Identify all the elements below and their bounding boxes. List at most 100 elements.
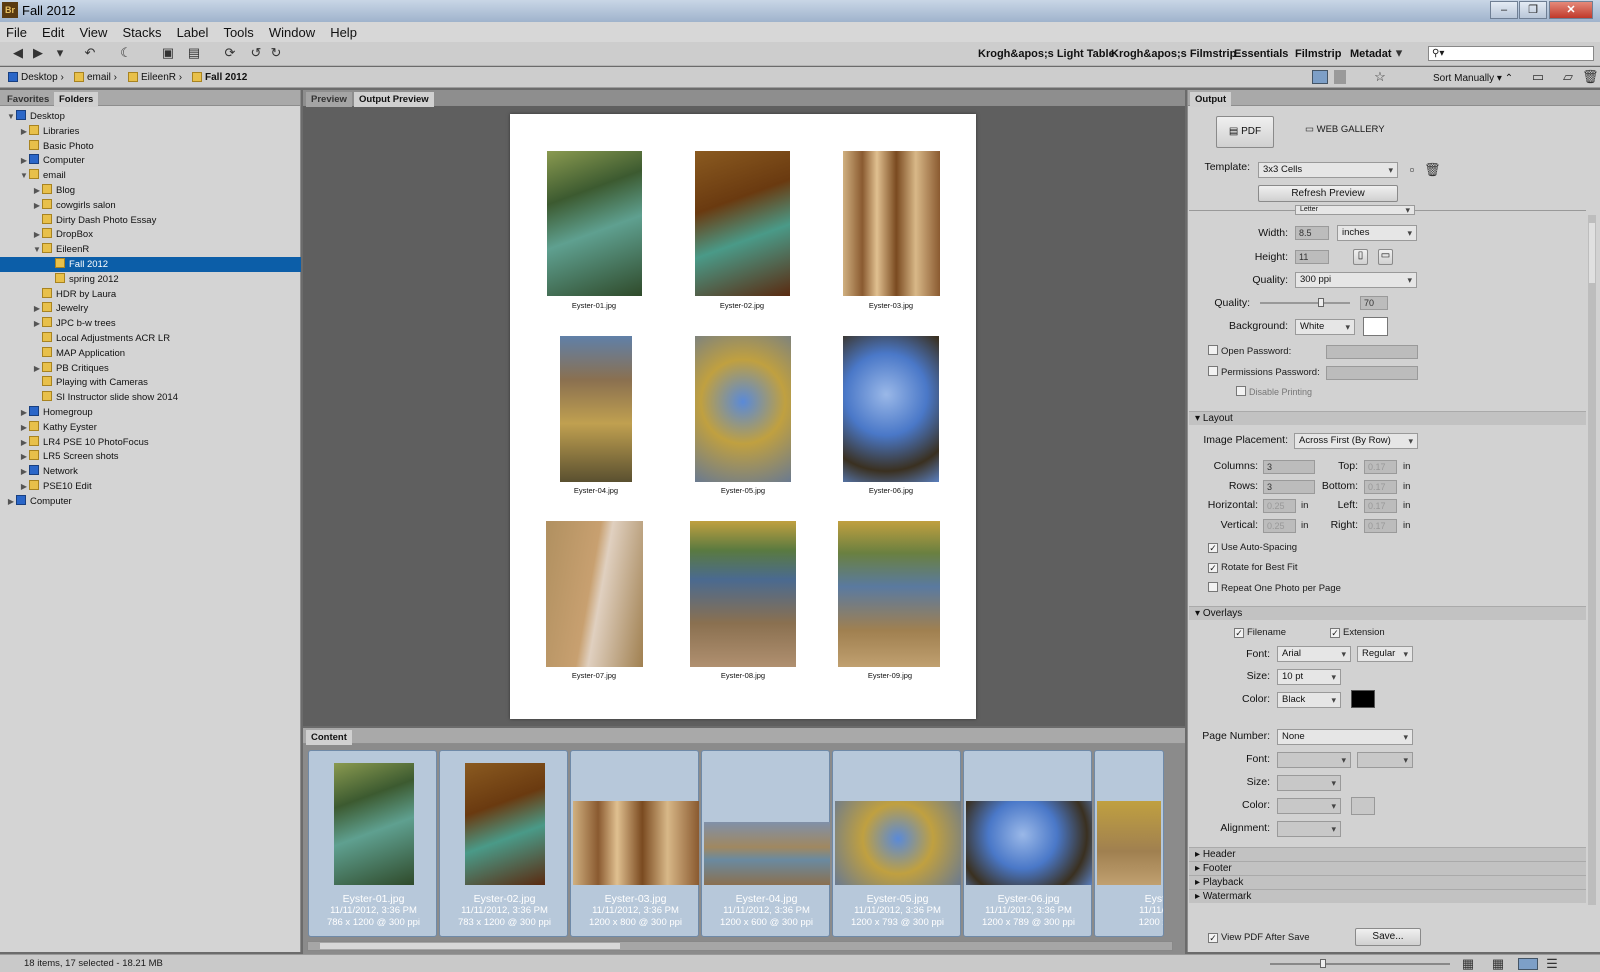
- collapsed-arrow-icon[interactable]: ▶: [19, 124, 29, 139]
- horizontal-input[interactable]: 0.25: [1263, 499, 1296, 513]
- landscape-icon[interactable]: ▭: [1378, 249, 1393, 265]
- columns-input[interactable]: 3: [1263, 460, 1315, 474]
- star-filter-icon[interactable]: ☆: [1372, 70, 1388, 84]
- tree-item[interactable]: MAP Application: [0, 346, 301, 361]
- boomerang-icon[interactable]: ☾: [118, 46, 134, 60]
- tree-item[interactable]: Basic Photo: [0, 139, 301, 154]
- pn-size-select[interactable]: [1277, 775, 1341, 791]
- collapsed-arrow-icon[interactable]: ▶: [19, 435, 29, 450]
- template-select[interactable]: 3x3 Cells: [1258, 162, 1398, 178]
- tab-output[interactable]: Output: [1190, 92, 1232, 107]
- content-thumbnail[interactable]: Eyster-03.jpg 11/11/2012, 3:36 PM 1200 x 8…: [570, 750, 699, 937]
- rotate-fit-checkbox[interactable]: ✓ Rotate for Best Fit: [1208, 562, 1298, 573]
- pn-color-select[interactable]: [1277, 798, 1341, 814]
- menu-tools[interactable]: Tools: [217, 22, 259, 40]
- disable-printing-checkbox[interactable]: Disable Printing: [1236, 386, 1312, 397]
- footer-section[interactable]: ▸ Footer: [1189, 861, 1586, 875]
- permissions-password-input[interactable]: [1326, 366, 1418, 380]
- breadcrumb-email[interactable]: email ›: [74, 72, 117, 83]
- open-password-checkbox[interactable]: Open Password:: [1208, 345, 1291, 357]
- tree-item[interactable]: ▶ LR4 PSE 10 PhotoFocus: [0, 435, 301, 450]
- web-gallery-button[interactable]: ▭ WEB GALLERY: [1305, 124, 1385, 135]
- workspace-light-table[interactable]: Krogh&apos;s Light Table: [978, 48, 1115, 60]
- menu-edit[interactable]: Edit: [36, 22, 70, 40]
- bottom-input[interactable]: 0.17: [1364, 480, 1397, 494]
- breadcrumb-eileenr[interactable]: EileenR ›: [128, 72, 182, 83]
- thumbnail-slider-thumb[interactable]: [1320, 959, 1326, 968]
- output-scrollbar-thumb[interactable]: [1589, 223, 1595, 283]
- details-view-icon[interactable]: [1518, 958, 1538, 970]
- menu-view[interactable]: View: [73, 22, 113, 40]
- quality-slider[interactable]: [1260, 298, 1350, 307]
- quality-slider-thumb[interactable]: [1318, 298, 1324, 307]
- save-template-icon[interactable]: ▫: [1404, 163, 1420, 177]
- layout-section-header[interactable]: ▾ Layout: [1189, 411, 1586, 425]
- tree-item[interactable]: ▶ Libraries: [0, 124, 301, 139]
- collapsed-arrow-icon[interactable]: ▶: [19, 449, 29, 464]
- tab-content[interactable]: Content: [306, 730, 352, 745]
- alignment-select[interactable]: [1277, 821, 1341, 837]
- tree-item[interactable]: Dirty Dash Photo Essay: [0, 213, 301, 228]
- tree-item[interactable]: ▼ Desktop: [0, 109, 301, 124]
- tab-folders[interactable]: Folders: [54, 92, 99, 107]
- workspace-essentials[interactable]: Essentials: [1234, 48, 1288, 60]
- collapsed-arrow-icon[interactable]: ▶: [19, 420, 29, 435]
- sync-icon[interactable]: ⟳: [222, 46, 238, 60]
- collapsed-arrow-icon[interactable]: ▶: [19, 479, 29, 494]
- recent-dropdown-icon[interactable]: ▾: [52, 46, 68, 60]
- search-input[interactable]: ⚲▾: [1428, 46, 1594, 61]
- background-select[interactable]: White: [1295, 319, 1355, 335]
- tab-preview[interactable]: Preview: [306, 92, 352, 107]
- collapsed-arrow-icon[interactable]: ▶: [32, 301, 42, 316]
- tree-item[interactable]: ▶ Blog: [0, 183, 301, 198]
- tab-output-preview[interactable]: Output Preview: [354, 92, 434, 107]
- rows-input[interactable]: 3: [1263, 480, 1315, 494]
- menu-stacks[interactable]: Stacks: [117, 22, 168, 40]
- content-thumbnail[interactable]: Eyster-01.jpg 11/11/2012, 3:36 PM 786 x 12…: [308, 750, 437, 937]
- jpeg-quality-input[interactable]: 70: [1360, 296, 1388, 310]
- expanded-arrow-icon[interactable]: ▼: [19, 168, 29, 183]
- sort-dropdown[interactable]: Sort Manually ▾ ⌃: [1433, 73, 1513, 84]
- close-button[interactable]: ✕: [1549, 1, 1593, 19]
- breadcrumb-desktop[interactable]: Desktop ›: [8, 72, 64, 83]
- pn-font-select[interactable]: [1277, 752, 1351, 768]
- refine-icon[interactable]: ▤: [186, 46, 202, 60]
- collapsed-arrow-icon[interactable]: ▶: [32, 198, 42, 213]
- minimize-button[interactable]: –: [1490, 1, 1518, 19]
- tree-item[interactable]: Local Adjustments ACR LR: [0, 331, 301, 346]
- rotate-right-icon[interactable]: ↻: [268, 46, 284, 60]
- scrollbar-thumb[interactable]: [320, 943, 620, 949]
- content-scrollbar[interactable]: [307, 941, 1173, 951]
- collapsed-arrow-icon[interactable]: ▶: [32, 316, 42, 331]
- tree-item[interactable]: ▶ DropBox: [0, 227, 301, 242]
- tree-item[interactable]: ▶ cowgirls salon: [0, 198, 301, 213]
- header-section[interactable]: ▸ Header: [1189, 847, 1586, 861]
- tree-item[interactable]: SI Instructor slide show 2014: [0, 390, 301, 405]
- list-view-icon[interactable]: [1334, 70, 1346, 84]
- save-button[interactable]: Save...: [1355, 928, 1421, 946]
- unit-select[interactable]: inches: [1337, 225, 1417, 241]
- open-password-input[interactable]: [1326, 345, 1418, 359]
- thumbnail-size-slider[interactable]: [1270, 959, 1450, 968]
- workspace-filmstrip-krogh[interactable]: Krogh&apos;s Filmstrip: [1111, 48, 1236, 60]
- expanded-arrow-icon[interactable]: ▼: [6, 109, 16, 124]
- repeat-photo-checkbox[interactable]: Repeat One Photo per Page: [1208, 582, 1341, 594]
- permissions-password-checkbox[interactable]: Permissions Password:: [1208, 366, 1320, 378]
- overlays-section-header[interactable]: ▾ Overlays: [1189, 606, 1586, 620]
- extension-checkbox[interactable]: ✓ Extension: [1330, 627, 1385, 638]
- menu-help[interactable]: Help: [324, 22, 363, 40]
- font-size-select[interactable]: 10 pt: [1277, 669, 1341, 685]
- page-size-select[interactable]: Letter: [1295, 205, 1415, 215]
- content-thumbnail[interactable]: Eyster11/11/2011200 x 80: [1094, 750, 1164, 937]
- tree-item[interactable]: ▶ Network: [0, 464, 301, 479]
- menu-file[interactable]: File: [0, 22, 33, 40]
- top-input[interactable]: 0.17: [1364, 460, 1397, 474]
- collapsed-arrow-icon[interactable]: ▶: [19, 153, 29, 168]
- camera-icon[interactable]: ▣: [160, 46, 176, 60]
- tree-item[interactable]: ▶ Homegroup: [0, 405, 301, 420]
- tree-item[interactable]: ▶ LR5 Screen shots: [0, 449, 301, 464]
- playback-section[interactable]: ▸ Playback: [1189, 875, 1586, 889]
- auto-spacing-checkbox[interactable]: ✓ Use Auto-Spacing: [1208, 542, 1297, 553]
- tree-item[interactable]: ▶ JPC b-w trees: [0, 316, 301, 331]
- content-thumbnail[interactable]: Eyster-04.jpg 11/11/2012, 3:36 PM 1200 x 6…: [701, 750, 830, 937]
